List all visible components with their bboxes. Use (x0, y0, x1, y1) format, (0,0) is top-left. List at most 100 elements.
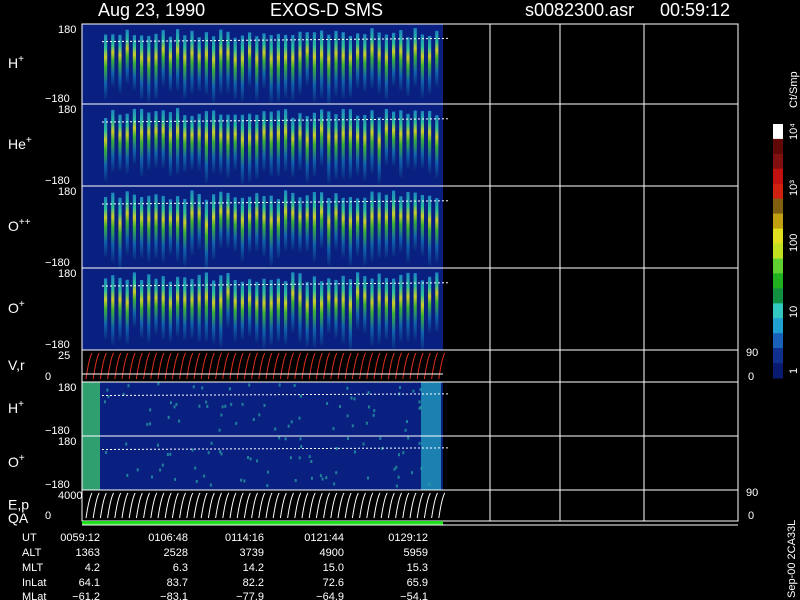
y-max-label: 180 (58, 436, 76, 448)
noise-pixel (308, 455, 311, 459)
spectrogram-stripe (154, 278, 158, 334)
spectrogram-stripe (327, 111, 331, 184)
spectrogram-stripe (233, 37, 237, 100)
panel-data-bg (82, 436, 443, 490)
spectrogram-stripe (312, 32, 316, 102)
panel-4: 180−180O+ (8, 267, 739, 351)
noise-pixel (266, 470, 269, 474)
spectrogram-stripe (269, 111, 273, 177)
spectrogram-stripe (284, 281, 288, 345)
spectrogram-stripe (262, 33, 266, 89)
spectrogram-stripe (125, 29, 129, 84)
ephemeris-value: −83.1 (160, 591, 188, 600)
noise-pixel (146, 422, 149, 426)
ephemeris-value: −54.1 (400, 591, 428, 600)
spectrogram-stripe (435, 115, 439, 178)
spectrogram-stripe (226, 192, 230, 248)
spectrogram-stripe (370, 191, 374, 262)
spectrogram-stripe (341, 32, 345, 99)
noise-pixel (249, 457, 252, 461)
noise-pixel (266, 484, 269, 488)
spectrogram-stripe (269, 279, 273, 346)
colorbar-swatch (773, 273, 783, 289)
spectrogram-stripe (204, 32, 208, 95)
ion-label: He+ (8, 135, 32, 152)
noise-pixel (299, 437, 302, 441)
noise-pixel (398, 453, 400, 457)
spectrogram-stripe (161, 110, 165, 168)
noise-pixel (290, 420, 293, 424)
panel-6: 180−180H+ (8, 381, 739, 437)
noise-pixel (333, 482, 336, 486)
noise-pixel (174, 477, 177, 481)
spectrogram-stripe (305, 195, 309, 252)
qa-bar (82, 521, 443, 525)
noise-pixel (157, 382, 160, 386)
ephemeris-value: 65.9 (407, 577, 428, 589)
noise-pixel (294, 479, 297, 482)
noise-pixel (310, 476, 313, 480)
ephemeris-value: 6.3 (173, 562, 188, 574)
ion-charge: + (18, 399, 24, 410)
spectrogram-stripe (132, 272, 136, 327)
noise-pixel (418, 406, 421, 410)
noise-pixel (332, 427, 335, 431)
spectrogram-stripe (183, 198, 187, 266)
spectrogram-stripe (363, 197, 367, 266)
noise-pixel (173, 405, 176, 409)
noise-pixel (256, 459, 259, 463)
spectrogram-stripe (255, 193, 259, 251)
spectrogram-stripe (111, 109, 115, 172)
header-date: Aug 23, 1990 (98, 0, 205, 20)
noise-pixel (203, 474, 206, 478)
spectrogram-stripe (384, 194, 388, 258)
y-max-label: 180 (58, 268, 76, 280)
spectrogram-stripe (334, 279, 338, 338)
spectrogram-stripe (356, 33, 360, 89)
noise-pixel (201, 386, 204, 390)
ephemeris-label: InLat (22, 577, 46, 589)
noise-pixel (106, 388, 109, 392)
ion-label: V,r (8, 357, 25, 373)
edge-activity (82, 382, 100, 436)
spectrogram-stripe (204, 272, 208, 342)
spectrogram-stripe (248, 196, 252, 253)
noise-pixel (367, 405, 370, 409)
noise-pixel (362, 442, 365, 446)
ephemeris-value: 0059:12 (60, 532, 100, 544)
spectrogram-stripe (183, 35, 187, 99)
spectrogram-stripe (168, 281, 172, 342)
noise-pixel (210, 441, 213, 445)
spectrogram-stripe (327, 34, 331, 105)
ion-suffix: ,r (16, 357, 25, 373)
spectrogram-stripe (320, 281, 324, 346)
colorbar-swatch (773, 124, 783, 140)
noise-pixel (224, 404, 227, 408)
spectrogram-stripe (190, 115, 194, 170)
ephemeris-value: 2528 (164, 547, 188, 559)
noise-pixel (263, 403, 266, 407)
noise-pixel (326, 402, 329, 405)
spectrogram-stripe (406, 191, 410, 264)
spectrogram-stripe (219, 275, 223, 348)
spectrogram-stripe (435, 30, 439, 87)
spectrogram-stripe (298, 31, 302, 95)
spectrogram-stripe (255, 281, 259, 343)
spectrogram-stripe (104, 278, 108, 340)
noise-pixel (418, 442, 421, 445)
header-instrument: EXOS-D SMS (270, 0, 383, 20)
y-max-label: 180 (58, 382, 76, 394)
noise-pixel (103, 400, 106, 404)
right-min-label: 0 (748, 371, 754, 383)
spectrogram-stripe (197, 194, 201, 250)
noise-pixel (411, 471, 413, 475)
colorbar-tick: 1 (788, 368, 800, 374)
noise-pixel (252, 418, 255, 421)
noise-pixel (247, 456, 249, 459)
spectrogram-stripe (176, 196, 180, 261)
noise-pixel (205, 400, 208, 404)
spectrogram-stripe (399, 196, 403, 252)
spectrogram-stripe (190, 190, 194, 256)
spectrogram-stripe (276, 278, 280, 342)
spectrogram-stripe (420, 34, 424, 98)
